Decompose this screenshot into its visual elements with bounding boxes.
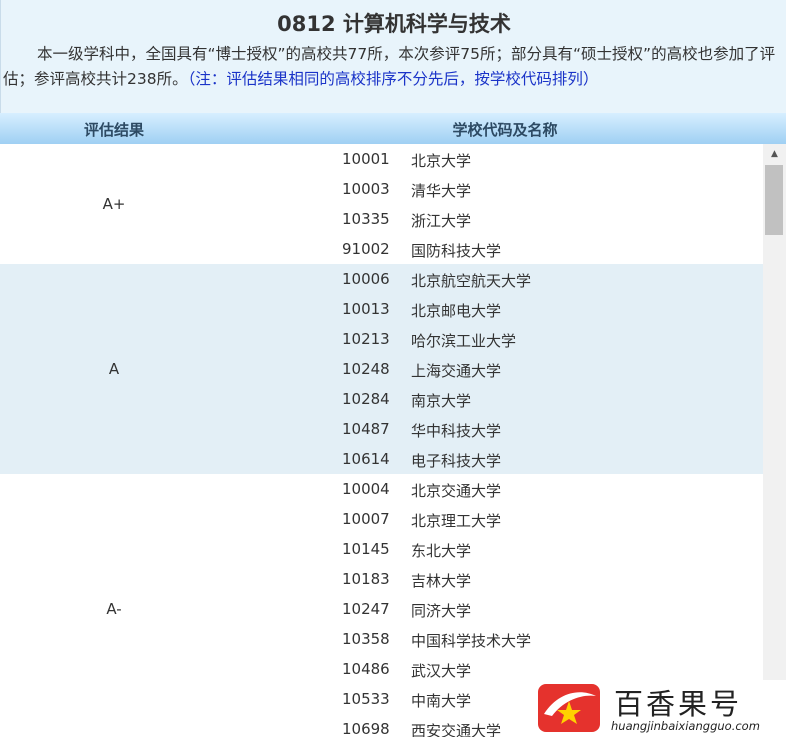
table-row: 10006 北京航空航天大学	[0, 264, 763, 294]
table-row: 91002 国防科技大学	[0, 234, 763, 264]
watermark-brand: 百香果号	[614, 687, 743, 721]
table-header: 评估结果 学校代码及名称	[0, 113, 786, 144]
school-code: 10213	[342, 330, 390, 348]
school-code: 10183	[342, 570, 390, 588]
school-name: 北京航空航天大学	[411, 272, 532, 290]
column-header-grade: 评估结果	[83, 121, 144, 139]
school-code: 10358	[342, 630, 390, 648]
table-row: 10284 南京大学	[0, 384, 763, 414]
results-table[interactable]: A+ 10001 北京大学 10003 清华大学 10335 浙江大学 91002 国防…	[0, 144, 763, 737]
table-row: 10247 同济大学	[0, 594, 763, 624]
school-name: 北京大学	[411, 152, 472, 170]
school-name: 中国科学技术大学	[411, 632, 532, 650]
school-code: 10013	[342, 300, 390, 318]
grade-group-a-plus: A+ 10001 北京大学 10003 清华大学 10335 浙江大学 91002 国防…	[0, 144, 763, 264]
page: 0812 计算机科学与技术 本一级学科中，全国具有“博士授权”的高校共77所，本…	[0, 0, 786, 737]
school-name: 北京理工大学	[411, 512, 502, 530]
school-code: 10487	[342, 420, 390, 438]
table-row: 10007 北京理工大学	[0, 504, 763, 534]
school-code: 10001	[342, 150, 390, 168]
school-code: 91002	[342, 240, 390, 258]
table-row: 10003 清华大学	[0, 174, 763, 204]
school-code: 10247	[342, 600, 390, 618]
page-header: 0812 计算机科学与技术 本一级学科中，全国具有“博士授权”的高校共77所，本…	[0, 0, 786, 113]
school-code: 10007	[342, 510, 390, 528]
school-name: 华中科技大学	[411, 422, 502, 440]
school-name: 中南大学	[411, 692, 472, 710]
watermark: 百香果号 huangjinbaixiangguo.com	[528, 680, 786, 737]
school-name: 北京交通大学	[411, 482, 502, 500]
page-title: 0812 计算机科学与技术	[277, 12, 511, 36]
watermark-url: huangjinbaixiangguo.com	[611, 719, 760, 733]
star-logo-icon	[538, 684, 600, 732]
school-code: 10003	[342, 180, 390, 198]
school-name: 国防科技大学	[411, 242, 502, 260]
school-name: 北京邮电大学	[411, 302, 502, 320]
school-name: 东北大学	[411, 542, 472, 560]
table-row: 10358 中国科学技术大学	[0, 624, 763, 654]
school-code: 10614	[342, 450, 390, 468]
table-row: 10487 华中科技大学	[0, 414, 763, 444]
table-row: 10248 上海交通大学	[0, 354, 763, 384]
school-code: 10284	[342, 390, 390, 408]
school-name: 电子科技大学	[411, 452, 502, 470]
school-code: 10486	[342, 660, 390, 678]
table-row: 10213 哈尔滨工业大学	[0, 324, 763, 354]
school-name: 清华大学	[411, 182, 472, 200]
table-row: 10004 北京交通大学	[0, 474, 763, 504]
school-name: 同济大学	[411, 602, 472, 620]
school-name: 吉林大学	[411, 572, 472, 590]
school-name: 浙江大学	[411, 212, 472, 230]
intro-note: （注：评估结果相同的高校排序不分先后，按学校代码排列）	[187, 70, 599, 88]
school-name: 南京大学	[411, 392, 472, 410]
school-name: 武汉大学	[411, 662, 472, 680]
school-name: 哈尔滨工业大学	[411, 332, 517, 350]
school-code: 10698	[342, 720, 390, 737]
table-row: 10001 北京大学	[0, 144, 763, 174]
scrollbar-thumb[interactable]	[765, 165, 783, 235]
table-row: 10013 北京邮电大学	[0, 294, 763, 324]
school-code: 10145	[342, 540, 390, 558]
column-header-school: 学校代码及名称	[452, 121, 558, 139]
table-row: 10614 电子科技大学	[0, 444, 763, 474]
school-name: 上海交通大学	[411, 362, 502, 380]
school-code: 10335	[342, 210, 390, 228]
grade-group-a: A 10006 北京航空航天大学 10013 北京邮电大学 10213 哈尔滨工业大学…	[0, 264, 763, 474]
table-row: 10335 浙江大学	[0, 204, 763, 234]
school-name: 西安交通大学	[411, 722, 502, 737]
vertical-scrollbar[interactable]: ▲	[763, 144, 786, 737]
school-code: 10006	[342, 270, 390, 288]
table-row: 10183 吉林大学	[0, 564, 763, 594]
school-code: 10533	[342, 690, 390, 708]
scroll-up-arrow-icon[interactable]: ▲	[763, 144, 786, 164]
school-code: 10248	[342, 360, 390, 378]
school-code: 10004	[342, 480, 390, 498]
intro-text: 本一级学科中，全国具有“博士授权”的高校共77所，本次参评75所；部分具有“硕士…	[3, 42, 786, 92]
table-row: 10145 东北大学	[0, 534, 763, 564]
